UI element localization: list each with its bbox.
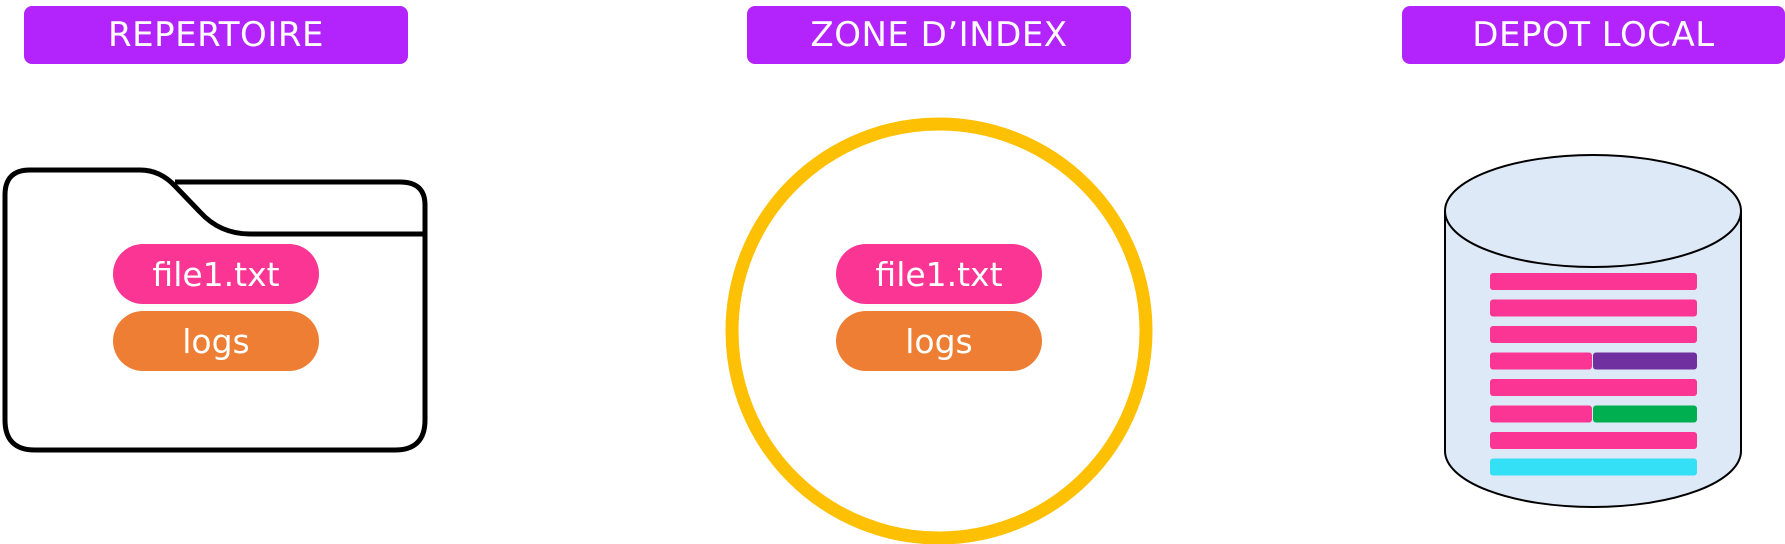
index-file1-pill: file1.txt xyxy=(836,244,1042,304)
commit-bar xyxy=(1490,432,1697,449)
commit-bar-segment xyxy=(1490,405,1592,423)
database-cylinder-icon xyxy=(1444,154,1742,508)
header-depot-local: DEPOT LOCAL xyxy=(1402,6,1785,64)
commit-bar xyxy=(1490,299,1697,317)
folder-icon xyxy=(2,167,428,453)
header-zone-index: ZONE D’INDEX xyxy=(747,6,1131,64)
commit-bar-segment xyxy=(1490,352,1592,370)
commit-bar-segment xyxy=(1593,352,1697,370)
index-logs-pill: logs xyxy=(836,311,1042,371)
commit-bar xyxy=(1490,458,1697,476)
commit-bar xyxy=(1490,379,1697,396)
folder-logs-pill: logs xyxy=(113,311,319,371)
git-areas-diagram: REPERTOIRE ZONE D’INDEX DEPOT LOCAL file… xyxy=(0,0,1785,544)
folder-file1-pill: file1.txt xyxy=(113,244,319,304)
commit-bar xyxy=(1490,273,1697,290)
header-repertoire: REPERTOIRE xyxy=(24,6,408,64)
commit-bar-segment xyxy=(1593,405,1697,423)
commit-bar xyxy=(1490,326,1697,343)
